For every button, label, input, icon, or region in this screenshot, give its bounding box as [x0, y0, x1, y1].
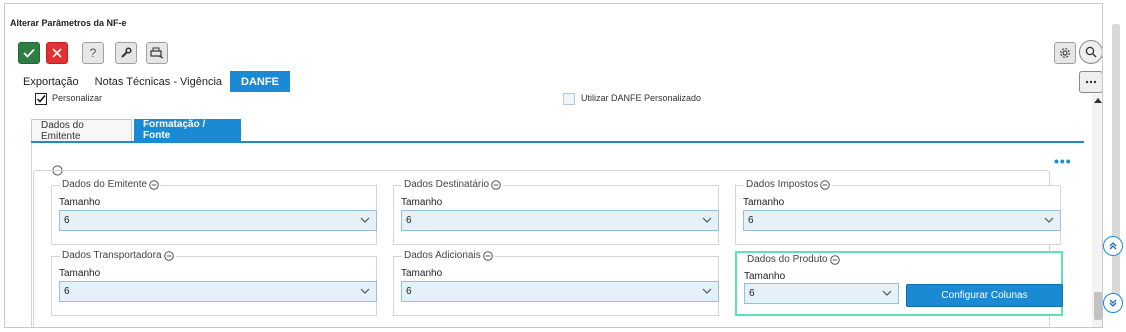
wrench-icon: [121, 47, 132, 58]
configurar-colunas-button[interactable]: Configurar Colunas: [906, 284, 1063, 307]
chevron-down-icon: [360, 217, 370, 223]
chevron-down-icon: [702, 217, 712, 223]
group-title: Dados Destinatário: [402, 179, 504, 190]
printer-icon: [150, 47, 164, 59]
collapse-icon[interactable]: [163, 250, 174, 261]
window-title: Alterar Parâmetros da NF-e: [10, 18, 127, 28]
sub-tabs: Dados do Emitente Formatação / Fonte: [31, 119, 1084, 143]
page-scroll-thumb[interactable]: [1112, 24, 1120, 304]
chevron-down-icon: [1044, 217, 1054, 223]
more-options-button[interactable]: [1079, 71, 1102, 93]
double-chevron-up-icon: [1109, 242, 1117, 250]
select-value: 6: [64, 215, 70, 226]
group-title-text: Dados Adicionais: [404, 250, 481, 261]
select-value: 6: [406, 286, 412, 297]
collapse-icon[interactable]: [829, 254, 840, 265]
danfe-content: Personalizar Utilizar DANFE Personalizad…: [15, 92, 1084, 327]
danfe-personalizado-label: Utilizar DANFE Personalizado: [581, 93, 702, 103]
group-title-text: Dados Impostos: [746, 179, 819, 190]
group-dados-destinatario: Dados Destinatário Tamanho 6: [393, 179, 719, 245]
danfe-personalizado-checkbox[interactable]: [563, 93, 575, 105]
scroll-thumb[interactable]: [1094, 292, 1102, 320]
gear-icon: [1060, 48, 1070, 58]
group-title-text: Dados do Produto: [747, 254, 828, 265]
tamanho-select[interactable]: 6: [401, 210, 719, 231]
tamanho-select[interactable]: 6: [59, 281, 377, 302]
check-icon: [23, 48, 35, 58]
help-icon: ?: [89, 46, 97, 60]
tab-formatacao-fonte[interactable]: Formatação / Fonte: [134, 119, 241, 141]
personalizar-checkbox[interactable]: [35, 93, 47, 105]
dialog-window: Alterar Parâmetros da NF-e ? Exportação …: [4, 3, 1103, 328]
group-title-text: Dados Destinatário: [404, 179, 490, 190]
group-title-text: Dados Transportadora: [62, 250, 162, 261]
field-label: Tamanho: [59, 268, 101, 279]
tamanho-select[interactable]: 6: [59, 210, 377, 231]
group-dados-impostos: Dados Impostos Tamanho 6: [735, 179, 1061, 245]
main-tabs: Exportação Notas Técnicas - Vigência DAN…: [15, 71, 290, 92]
scroll-bottom-button[interactable]: [1103, 293, 1123, 313]
help-button[interactable]: ?: [82, 42, 104, 64]
tools-button[interactable]: [115, 42, 137, 64]
scroll-up-icon[interactable]: [1094, 97, 1102, 103]
personalizar-label: Personalizar: [52, 93, 103, 103]
field-label: Tamanho: [401, 268, 443, 279]
checkmark-icon: [36, 95, 46, 103]
chevron-down-icon: [882, 290, 892, 296]
tamanho-select[interactable]: 6: [744, 283, 899, 304]
chevron-down-icon: [360, 288, 370, 294]
group-dados-adicionais: Dados Adicionais Tamanho 6: [393, 250, 719, 316]
tab-notas-tecnicas[interactable]: Notas Técnicas - Vigência: [87, 71, 230, 92]
select-value: 6: [406, 215, 412, 226]
field-label: Tamanho: [744, 271, 786, 282]
group-title: Dados do Produto: [745, 254, 842, 265]
collapse-icon[interactable]: [149, 179, 159, 190]
content-scrollbar[interactable]: [1092, 94, 1102, 327]
chevron-down-icon: [702, 288, 712, 294]
select-value: 6: [749, 288, 755, 299]
close-icon: [52, 48, 62, 58]
cancel-button[interactable]: [46, 42, 68, 64]
tamanho-select[interactable]: 6: [743, 210, 1061, 231]
search-button[interactable]: [1079, 40, 1102, 64]
select-value: 6: [748, 215, 754, 226]
field-label: Tamanho: [401, 197, 443, 208]
page-scrollbar[interactable]: [1112, 12, 1120, 318]
search-icon: [1085, 46, 1097, 58]
select-value: 6: [64, 286, 70, 297]
field-label: Tamanho: [59, 197, 101, 208]
tab-danfe[interactable]: DANFE: [230, 71, 290, 92]
collapse-icon[interactable]: [820, 179, 831, 190]
group-title: Dados do Emitente: [60, 179, 162, 190]
confirm-button[interactable]: [18, 42, 40, 64]
group-dados-produto: Dados do Produto Tamanho 6 Configurar Co…: [735, 251, 1063, 316]
print-button[interactable]: [146, 42, 168, 64]
field-label: Tamanho: [743, 197, 785, 208]
scroll-top-button[interactable]: [1103, 236, 1123, 256]
collapse-icon[interactable]: [482, 250, 493, 261]
panel-menu-icon[interactable]: •••: [1054, 153, 1072, 169]
settings-button[interactable]: [1054, 42, 1076, 64]
group-title: Dados Transportadora: [60, 250, 176, 261]
group-title: Dados Impostos: [744, 179, 833, 190]
collapse-icon[interactable]: [491, 179, 501, 190]
group-title: Dados Adicionais: [402, 250, 495, 261]
double-chevron-down-icon: [1109, 299, 1117, 307]
tab-exportacao[interactable]: Exportação: [15, 71, 87, 92]
tab-dados-emitente[interactable]: Dados do Emitente: [31, 119, 132, 142]
tamanho-select[interactable]: 6: [401, 281, 719, 302]
group-dados-emitente: Dados do Emitente Tamanho 6: [51, 179, 377, 245]
more-dots-icon: [1085, 80, 1097, 84]
group-title-text: Dados do Emitente: [62, 179, 148, 190]
group-dados-transportadora: Dados Transportadora Tamanho 6: [51, 250, 377, 316]
